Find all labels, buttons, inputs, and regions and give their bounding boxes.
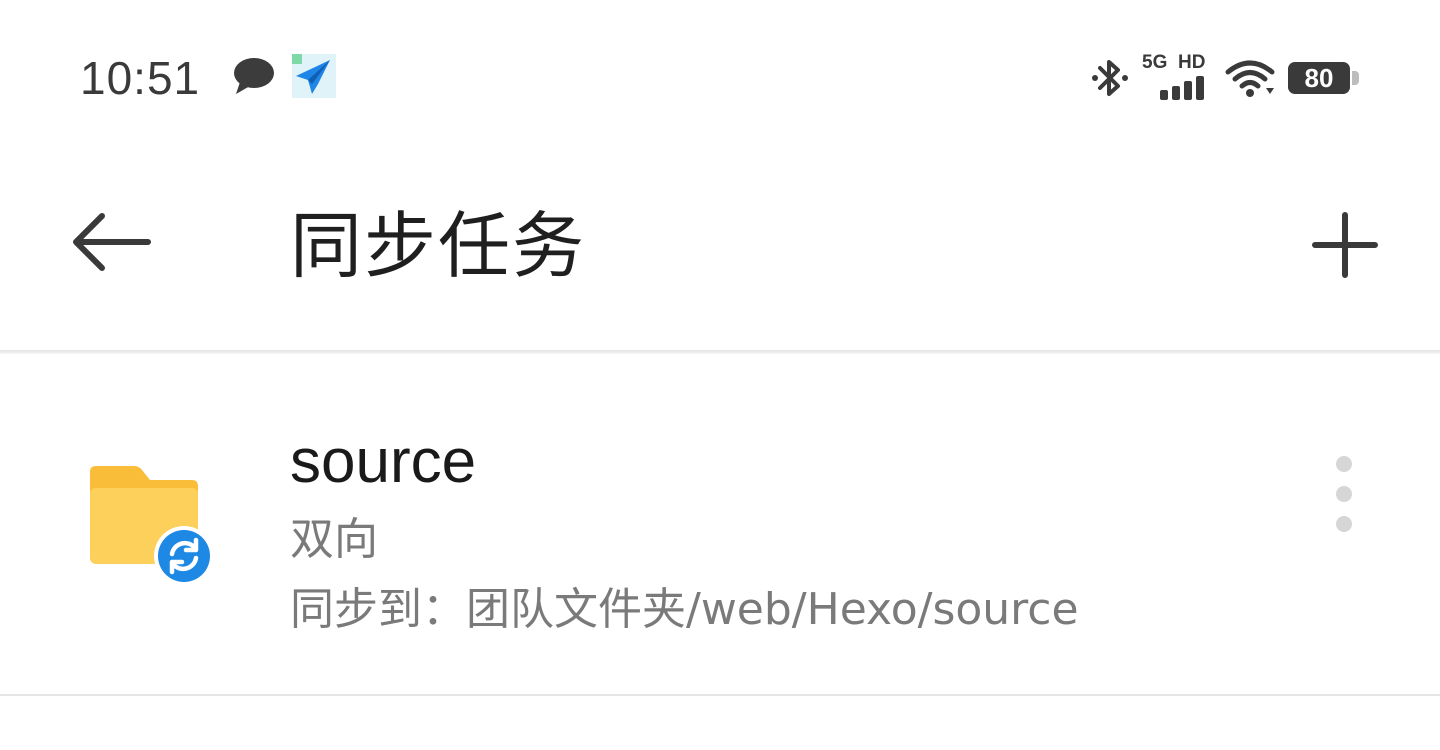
status-bar: 10:51 5G HD 80 — [0, 0, 1440, 150]
task-name: source — [290, 427, 477, 496]
plus-icon — [1312, 212, 1378, 278]
add-task-button[interactable] — [1300, 200, 1390, 290]
arrow-left-icon — [73, 213, 151, 271]
sync-tasks-screen: 10:51 5G HD 80 同步任务 source 双向 同步到：团队文件夹/… — [0, 0, 1440, 750]
signal-icon — [1160, 76, 1204, 100]
battery-icon: 80 — [1288, 62, 1362, 94]
task-destination-label: 同步到： — [290, 584, 466, 635]
task-destination: 同步到：团队文件夹/web/Hexo/source — [290, 580, 1079, 640]
task-destination-path: 团队文件夹/web/Hexo/source — [466, 584, 1079, 635]
page-title: 同步任务 — [290, 204, 587, 288]
status-time: 10:51 — [80, 52, 201, 104]
paper-plane-icon — [292, 54, 336, 98]
back-button[interactable] — [60, 202, 160, 282]
folder-sync-icon — [90, 466, 214, 586]
list-divider — [0, 694, 1440, 696]
app-bar: 同步任务 — [0, 150, 1440, 350]
battery-level: 80 — [1304, 63, 1334, 93]
wifi-icon — [1225, 60, 1275, 97]
chat-bubble-icon — [234, 58, 274, 94]
bluetooth-icon — [1092, 60, 1128, 96]
sync-task-item[interactable]: source 双向 同步到：团队文件夹/web/Hexo/source — [0, 354, 1440, 694]
more-vertical-icon — [1320, 448, 1368, 538]
task-more-button[interactable] — [1320, 448, 1368, 538]
task-sync-mode: 双向 — [290, 514, 378, 565]
network-indicator: 5G HD — [1140, 52, 1212, 100]
hd-label: HD — [1178, 52, 1206, 73]
network-type-label: 5G — [1142, 52, 1168, 73]
